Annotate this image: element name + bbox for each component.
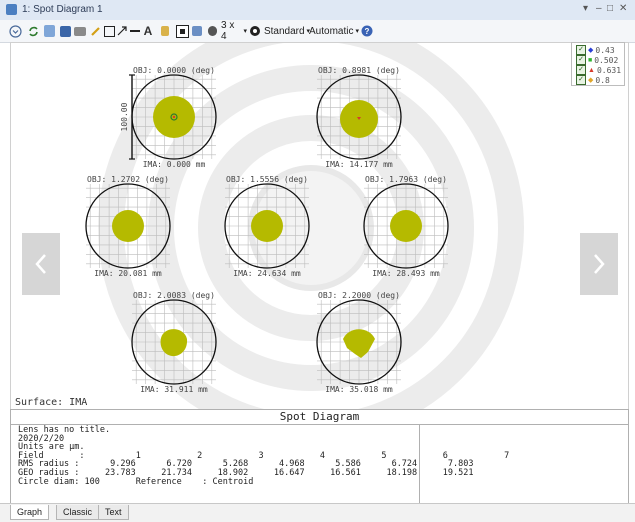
app-icon <box>6 4 17 15</box>
circle-row: Circle diam: 100 Reference : Centroid <box>18 476 254 487</box>
ima-label: IMA: 28.493 mm <box>372 269 440 278</box>
legend-label: 0.8 <box>595 75 610 85</box>
automatic-label: Automatic <box>309 25 354 37</box>
obj-label: OBJ: 1.7963 (deg) <box>365 175 447 184</box>
info-line: Lens has no title. <box>18 425 111 435</box>
spot-blob <box>112 210 144 242</box>
legend-label: 0.502 <box>594 55 619 65</box>
svg-text:?: ? <box>365 27 370 36</box>
spot-blob <box>160 329 188 357</box>
ima-label: IMA: 24.634 mm <box>233 269 301 278</box>
info-panel: Spot Diagram Lens has no title. 2020/2/20… <box>10 409 629 504</box>
help-icon[interactable]: ? <box>361 23 373 39</box>
close-icon[interactable]: ✕ <box>619 3 627 14</box>
dropdown-icon[interactable]: ▾ <box>583 3 588 14</box>
ima-label: IMA: 0.000 mm <box>143 160 206 169</box>
legend-checkbox[interactable]: ✓ <box>576 45 586 55</box>
minimize-icon[interactable]: – <box>596 3 602 14</box>
settings-toggle-icon[interactable] <box>8 23 22 39</box>
info-line: 2020/2/20 <box>18 433 65 444</box>
next-arrow-button[interactable] <box>580 233 618 295</box>
options-icon[interactable] <box>249 23 261 39</box>
legend-checkbox[interactable]: ✓ <box>576 75 586 85</box>
legend-item[interactable]: ✓ ▲ 0.631 <box>576 65 621 75</box>
layout-label: 3 x 4 <box>221 20 235 42</box>
divider <box>419 425 420 503</box>
legend-checkbox[interactable]: ✓ <box>576 65 586 75</box>
save-icon[interactable] <box>58 23 72 39</box>
automatic-dropdown[interactable]: Automatic ▾ <box>309 23 359 39</box>
legend-marker-icon: ◆ <box>588 47 594 54</box>
pencil-icon[interactable] <box>90 23 102 39</box>
window-icon[interactable] <box>191 23 203 39</box>
maximize-icon[interactable]: □ <box>607 3 613 14</box>
layers-icon[interactable] <box>206 23 218 39</box>
legend-checkbox[interactable]: ✓ <box>576 55 586 65</box>
legend-item[interactable]: ✓ ◆ 0.8 <box>576 75 610 85</box>
legend-label: 0.631 <box>596 65 622 75</box>
obj-label: OBJ: 0.8981 (deg) <box>318 66 400 75</box>
print-icon[interactable] <box>73 23 87 39</box>
spot-blob <box>390 210 422 242</box>
obj-label: OBJ: 2.2000 (deg) <box>318 291 400 300</box>
tab-text[interactable]: Text <box>98 505 129 520</box>
previous-arrow-button[interactable] <box>22 233 60 295</box>
window-title: 1: Spot Diagram 1 <box>22 4 103 15</box>
standard-dropdown[interactable]: Standard ▾ <box>264 23 310 39</box>
ima-label: IMA: 31.911 mm <box>140 385 208 394</box>
arrow-icon[interactable] <box>116 23 128 39</box>
spot-cell: OBJ: 1.7963 (deg) IMA: 28.493 mm <box>363 175 449 278</box>
graph-canvas: OBJ: 0.0000 (deg) IMA: 0.000 mm 100.00 OBJ:… <box>10 42 629 411</box>
toolbar: A 3 x 4 ▾ Standard ▾ Automatic ▾ ? <box>0 20 635 43</box>
grid-select-icon[interactable] <box>175 23 189 39</box>
chief-ray-dot <box>172 115 176 119</box>
panel-title: Spot Diagram <box>11 410 628 425</box>
legend-item[interactable]: ✓ ◆ 0.43 <box>576 45 615 55</box>
standard-label: Standard <box>263 25 305 37</box>
info-text: Lens has no title. 2020/2/20 Units are µm.… <box>18 426 509 486</box>
spot-diagram-plot: OBJ: 0.0000 (deg) IMA: 0.000 mm 100.00 OBJ:… <box>85 43 524 410</box>
refresh-icon[interactable] <box>26 23 40 39</box>
tab-graph[interactable]: Graph <box>10 505 50 520</box>
obj-label: OBJ: 0.0000 (deg) <box>133 66 215 75</box>
ima-label: IMA: 14.177 mm <box>325 160 393 169</box>
ima-label: IMA: 35.018 mm <box>325 385 393 394</box>
layout-dropdown[interactable]: 3 x 4 ▾ <box>221 20 247 42</box>
tab-classic[interactable]: Classic <box>56 505 100 520</box>
obj-label: OBJ: 1.5556 (deg) <box>226 175 308 184</box>
obj-label: OBJ: 2.0083 (deg) <box>133 291 215 300</box>
ima-label: IMA: 20.081 mm <box>94 269 162 278</box>
wavelength-legend: ✓ ◆ 0.43 ✓ ■ 0.502 ✓ ▲ 0.631 ✓ ◆ 0.8 <box>571 42 625 86</box>
legend-marker-icon: ■ <box>588 56 593 64</box>
text-tool-icon[interactable]: A <box>142 23 154 39</box>
legend-item[interactable]: ✓ ■ 0.502 <box>576 55 618 65</box>
obj-label: OBJ: 1.2702 (deg) <box>87 175 169 184</box>
lock-icon[interactable] <box>159 23 171 39</box>
tab-bar: Graph Classic Text <box>0 503 635 522</box>
scale-label: 100.00 <box>120 102 129 131</box>
title-bar: 1: Spot Diagram 1 ▾ – □ ✕ <box>0 0 635 21</box>
surface-label: Surface: IMA <box>15 397 88 408</box>
legend-marker-icon: ▲ <box>588 66 595 74</box>
spot-blob <box>251 210 283 242</box>
line-icon[interactable] <box>129 23 141 39</box>
copy-icon[interactable] <box>42 23 56 39</box>
rectangle-icon[interactable] <box>103 23 115 39</box>
legend-label: 0.43 <box>595 45 615 55</box>
legend-marker-icon: ◆ <box>588 77 594 84</box>
